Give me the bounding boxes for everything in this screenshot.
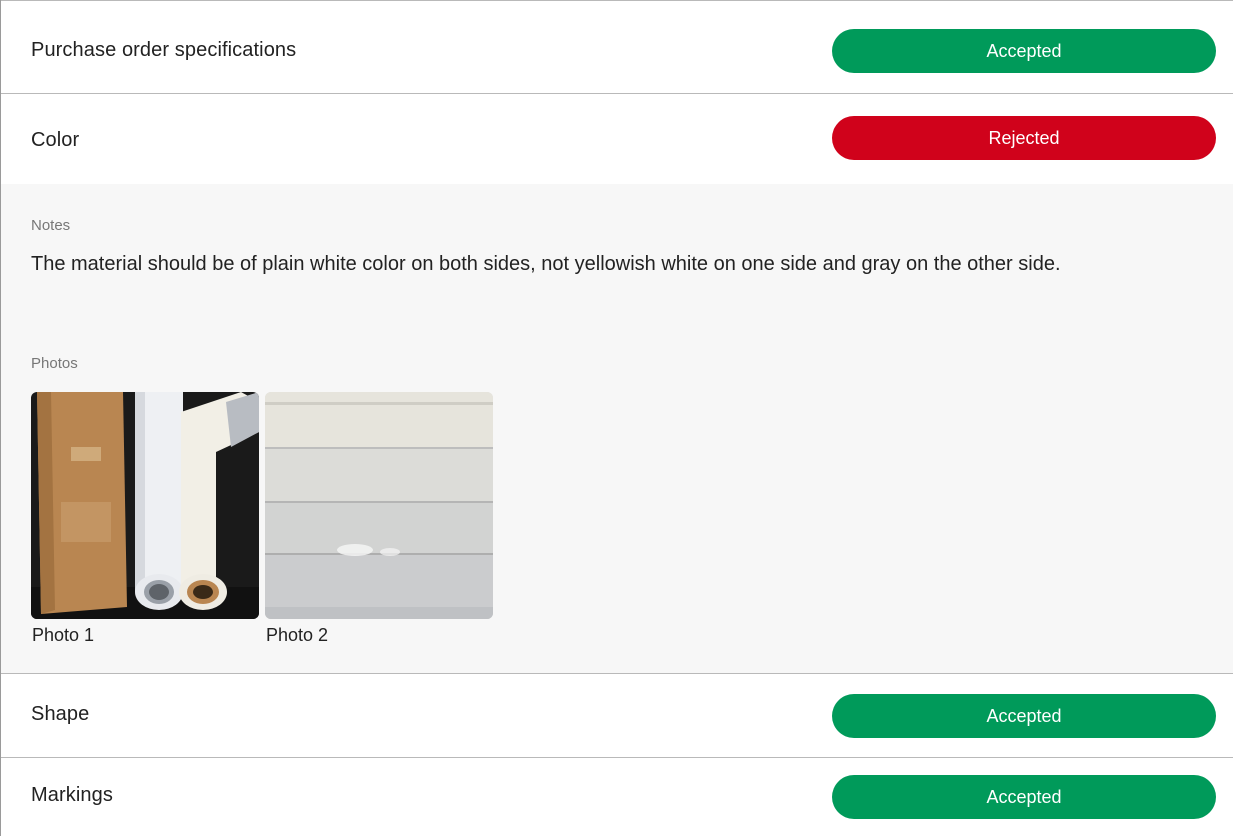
color-rejection-details: Notes The material should be of plain wh…: [1, 184, 1233, 674]
notes-label: Notes: [31, 217, 71, 234]
photo-thumbnail-swatches[interactable]: [265, 392, 493, 619]
status-accepted-button[interactable]: Accepted: [832, 775, 1216, 819]
photos-label: Photos: [31, 355, 78, 372]
status-accepted-button[interactable]: Accepted: [832, 29, 1216, 73]
photo-thumbnail-rolls[interactable]: [31, 392, 259, 619]
spec-row-markings: Markings Accepted: [1, 758, 1233, 836]
spec-row-purchase-order: Purchase order specifications Accepted: [1, 0, 1233, 94]
spec-label: Color: [31, 129, 80, 151]
spec-row-color: Color Rejected: [1, 94, 1233, 184]
inspection-results-panel: Purchase order specifications Accepted C…: [0, 0, 1233, 836]
photo-card-2: Photo 2: [265, 392, 493, 646]
spec-label: Purchase order specifications: [31, 39, 297, 61]
photo-card-1: Photo 1: [31, 392, 259, 646]
spec-label: Markings: [31, 784, 113, 806]
spec-label: Shape: [31, 703, 90, 725]
status-accepted-button[interactable]: Accepted: [832, 694, 1216, 738]
photo-caption: Photo 2: [266, 625, 329, 645]
spec-row-shape: Shape Accepted: [1, 674, 1233, 758]
notes-text: The material should be of plain white co…: [31, 253, 1061, 275]
photo-caption: Photo 1: [32, 625, 95, 645]
status-rejected-button[interactable]: Rejected: [832, 116, 1216, 160]
